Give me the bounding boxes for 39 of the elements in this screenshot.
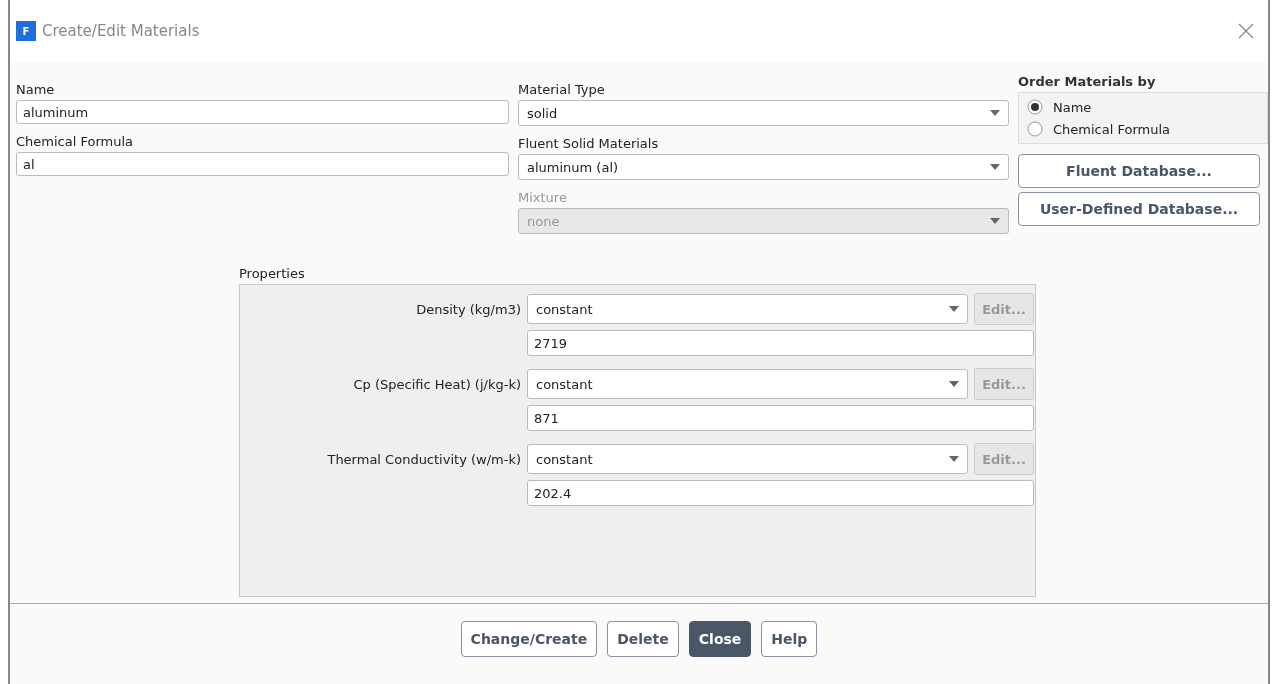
dropdown-caret-icon [990, 218, 1000, 224]
window-title: Create/Edit Materials [42, 22, 201, 40]
dialog-button[interactable]: Change/Create [460, 621, 598, 657]
radio-button[interactable] [1027, 99, 1043, 115]
section-title: Properties [239, 265, 306, 283]
radio-label[interactable]: Name [1053, 99, 1092, 115]
dropdown-caret-icon [949, 456, 959, 462]
field-label: Mixture [518, 189, 568, 207]
dropdown-caret-icon [990, 110, 1000, 116]
group-title: Order Materials by [1018, 73, 1157, 91]
database-button[interactable]: Fluent Database... [1018, 154, 1260, 188]
method-dropdown[interactable]: constant [527, 444, 968, 474]
field-label: Fluent Solid Materials [518, 135, 660, 153]
value-field[interactable]: 202.4 [527, 480, 1034, 506]
method-dropdown[interactable]: constant [527, 294, 968, 324]
dialog-button[interactable]: Delete [607, 621, 679, 657]
dropdown-caret-icon [949, 306, 959, 312]
property-label: Density (kg/m3) [415, 301, 521, 317]
formula-field[interactable]: al [16, 152, 509, 176]
field-label: Chemical Formula [16, 133, 134, 151]
value-field[interactable]: 2719 [527, 330, 1034, 356]
field-label: Material Type [518, 81, 606, 99]
radio-label[interactable]: Chemical Formula [1053, 121, 1170, 137]
field-label: Name [16, 81, 56, 99]
dialog-button[interactable]: Help [761, 621, 818, 657]
dialog-button[interactable]: Close [688, 621, 752, 657]
database-button[interactable]: User-Defined Database... [1018, 192, 1260, 226]
radio-button[interactable] [1027, 121, 1043, 137]
close-icon[interactable] [1238, 23, 1254, 39]
dropdown-caret-icon [990, 164, 1000, 170]
method-dropdown[interactable]: constant [527, 369, 968, 399]
property-label: Thermal Conductivity (w/m-k) [326, 451, 521, 467]
dropdown[interactable]: aluminum (al) [518, 154, 1009, 180]
property-label: Cp (Specific Heat) (j/kg-k) [352, 376, 521, 392]
dropdown[interactable]: solid [518, 100, 1009, 126]
value-field[interactable]: 871 [527, 405, 1034, 431]
name-field[interactable]: aluminum [16, 100, 509, 124]
dropdown-caret-icon [949, 381, 959, 387]
app-logo: F [16, 21, 36, 41]
